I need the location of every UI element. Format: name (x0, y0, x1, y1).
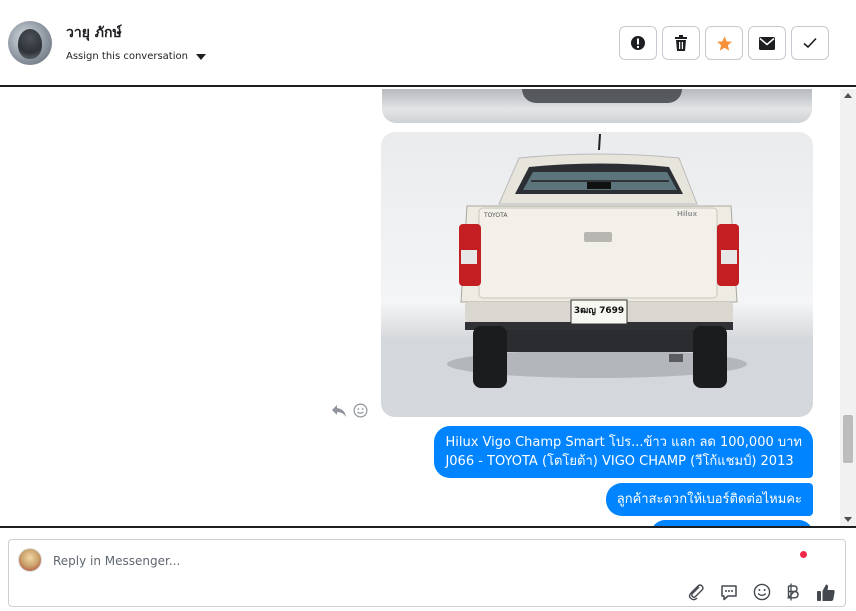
thumbs-up-icon (817, 584, 835, 601)
message-text: ลูกค้าสะดวกให้เบอร์ติดต่อไหมคะ (616, 492, 802, 507)
paperclip-icon (688, 584, 704, 601)
message-actions (331, 403, 368, 418)
spam-button[interactable] (619, 26, 657, 60)
scroll-thumb[interactable] (843, 415, 853, 463)
emoji-icon (753, 583, 771, 601)
message-thread[interactable]: TOYOTA Hilux 3ฒญ 7699 Hilux Vigo Champ S… (0, 89, 856, 526)
message-bubble[interactable]: Hilux Vigo Champ Smart โปร...ข้าว แลก ลด… (434, 426, 813, 478)
message-line: J066 - TOYOTA (โตโยต้า) VIGO CHAMP (วีโก… (445, 454, 794, 469)
reply-input[interactable] (53, 552, 653, 570)
message-line: Hilux Vigo Champ Smart โปร...ข้าว แลก ลด… (445, 435, 802, 450)
check-icon (803, 37, 817, 49)
thread-divider (0, 526, 856, 528)
car-brand-badge: TOYOTA (484, 212, 508, 219)
car-photo-previous[interactable] (382, 89, 812, 123)
chat-scrollbar[interactable] (840, 89, 856, 526)
like-button[interactable] (815, 581, 837, 603)
envelope-icon (759, 36, 775, 50)
hilux-rear-image (381, 133, 813, 417)
emoji-button[interactable] (751, 581, 773, 603)
done-button[interactable] (791, 26, 829, 60)
payment-button[interactable] (782, 581, 804, 603)
saved-replies-icon (721, 584, 737, 600)
user-name[interactable]: วายุ ภักษ์ (66, 22, 122, 44)
caret-down-icon (195, 53, 206, 60)
star-button[interactable] (705, 26, 743, 60)
scroll-up-arrow[interactable] (844, 93, 852, 98)
baht-icon (786, 583, 799, 601)
scroll-down-arrow[interactable] (844, 517, 852, 522)
trash-icon (675, 35, 687, 51)
assign-label: Assign this conversation (66, 51, 188, 62)
page-avatar (18, 548, 42, 572)
message-bubble[interactable]: ลูกค้าสะดวกให้เบอร์ติดต่อไหมคะ (605, 483, 813, 516)
mark-unread-button[interactable] (748, 26, 786, 60)
saved-replies-button[interactable] (718, 581, 740, 603)
conversation-header: วายุ ภักษ์ Assign this conversation (0, 0, 856, 87)
reply-composer[interactable] (8, 539, 846, 607)
car-photo[interactable]: TOYOTA Hilux 3ฒญ 7699 (381, 132, 813, 417)
user-avatar[interactable] (8, 21, 52, 65)
payment-notification-dot (800, 551, 807, 558)
star-icon (716, 35, 732, 51)
car-model-badge: Hilux (677, 210, 698, 218)
alert-icon (631, 36, 645, 50)
react-emoji-icon[interactable] (353, 403, 368, 418)
reply-icon[interactable] (331, 404, 347, 418)
attach-button[interactable] (685, 581, 707, 603)
license-plate: 3ฒญ 7699 (573, 306, 625, 316)
assign-conversation-dropdown[interactable]: Assign this conversation (66, 51, 206, 62)
delete-button[interactable] (662, 26, 700, 60)
